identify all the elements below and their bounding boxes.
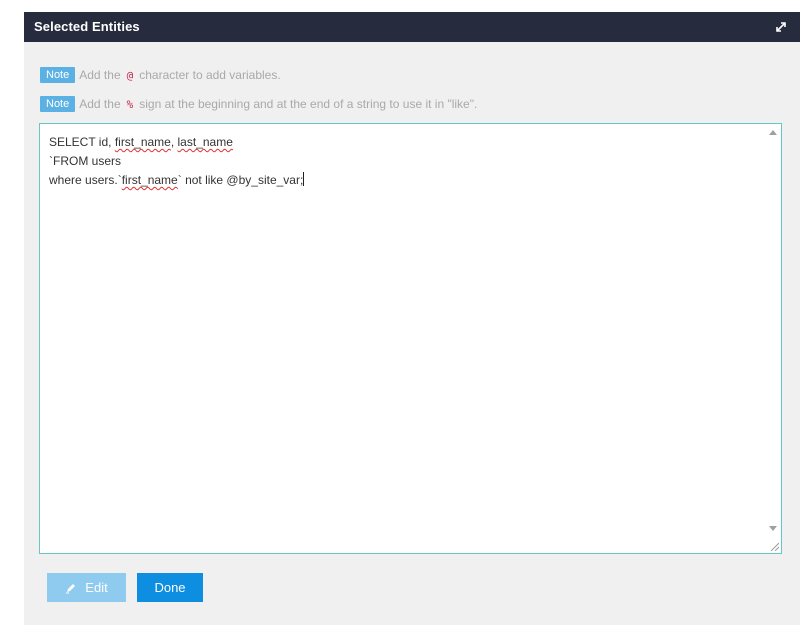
note-variables: Note Add the @ character to add variable… [40, 66, 281, 84]
sql-token-misspelled: first_name [114, 135, 171, 149]
sql-line-1: SELECT id, first_name, last_name [49, 135, 233, 149]
note-like: Note Add the % sign at the beginning and… [40, 95, 477, 113]
sql-token-misspelled: last_name [177, 135, 233, 149]
selected-entities-panel: Selected Entities Note Add the @ charact… [24, 12, 800, 625]
note-text-before: Add the [79, 68, 121, 82]
note-badge: Note [40, 96, 76, 112]
note-badge: Note [40, 67, 76, 83]
vertical-scrollbar[interactable] [765, 124, 781, 553]
resize-grip-icon[interactable] [769, 541, 779, 551]
sql-token: where users.` [49, 173, 122, 187]
note-text-after: character to add variables. [139, 68, 281, 82]
sql-token: ` not like @by_site_var; [177, 173, 304, 187]
sql-query-text[interactable]: SELECT id, first_name, last_name `FROM u… [49, 133, 305, 190]
sql-token: , [170, 135, 178, 149]
panel-header: Selected Entities [24, 12, 800, 42]
sql-line-3: where users.`first_name` not like @by_si… [49, 172, 305, 187]
note-code: @ [126, 68, 134, 82]
note-code: % [126, 97, 134, 111]
edit-button-label: Edit [85, 580, 108, 595]
sql-query-textarea[interactable]: SELECT id, first_name, last_name `FROM u… [39, 123, 782, 554]
scroll-down-arrow-icon[interactable] [769, 526, 777, 531]
scroll-up-arrow-icon[interactable] [769, 130, 777, 135]
sql-line-2: `FROM users [49, 154, 121, 168]
pencil-icon [66, 583, 76, 593]
note-text-before: Add the [79, 97, 121, 111]
edit-button[interactable]: Edit [47, 573, 126, 602]
done-button[interactable]: Done [137, 573, 203, 602]
sql-token-misspelled: first_name [121, 173, 178, 187]
panel-title: Selected Entities [34, 19, 140, 34]
sql-token: SELECT id, [49, 135, 115, 149]
expand-arrows-icon[interactable] [774, 20, 788, 34]
done-button-label: Done [154, 580, 186, 595]
note-text-after: sign at the beginning and at the end of … [139, 97, 478, 111]
text-caret [303, 172, 305, 186]
